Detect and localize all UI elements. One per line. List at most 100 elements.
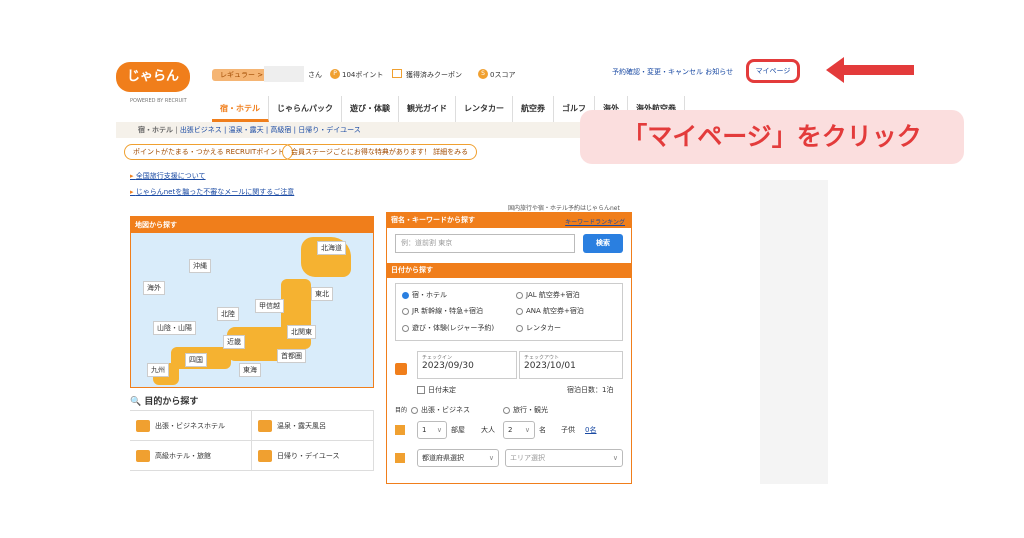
calendar-icon [395,363,407,375]
opt-jal[interactable]: JAL 航空券+宿泊 [516,290,580,300]
nav-guide[interactable]: 観光ガイド [399,96,456,122]
mypage-link[interactable]: マイページ [746,59,800,83]
luxury-icon [136,449,150,462]
radio-icon [503,406,510,414]
opt-hotel-label: 宿・ホテル [412,291,447,299]
opt-activity-label: 遊び・体験(レジャー予約) [412,324,495,332]
purpose-travel-radio[interactable]: 旅行・観光 [503,405,548,415]
jalan-logo[interactable]: じゃらん [116,62,190,92]
adults-label: 大人 [481,426,495,434]
purpose-business-radio[interactable]: 出張・ビジネス [411,405,470,415]
member-stage-banner[interactable]: 会員ステージごとにお得な特典があります！ 詳細をみる [282,144,478,160]
checkbox-icon [417,386,425,394]
search-panel: 宿名・キーワードから探す キーワードランキング 例：道前割 東京 検索 日付から… [386,212,632,484]
purpose-travel-label: 旅行・観光 [513,406,548,414]
checkin-label: チェックイン [422,355,453,361]
region-koshinetsu[interactable]: 甲信越 [255,299,284,313]
keyword-input[interactable]: 例：道前割 東京 [395,234,575,253]
purpose-business-label: 出張・ビジネスホテル [155,421,225,430]
checkout-label: チェックアウト [524,355,560,361]
prefecture-select[interactable]: 都道府県選択 [417,449,499,467]
briefcase-icon [136,419,150,432]
opt-jr-label: JR 新幹線・特急+宿泊 [412,307,484,315]
purpose-business[interactable]: 出張・ビジネスホテル [130,411,252,440]
member-rank-badge[interactable]: レギュラー > [212,69,272,81]
region-tokai[interactable]: 東海 [239,363,261,377]
opt-rentacar-label: レンタカー [526,324,561,332]
region-hokkaido[interactable]: 北海道 [317,241,346,255]
region-kinki[interactable]: 近畿 [223,335,245,349]
purpose-onsen-label: 温泉・露天風呂 [277,421,326,430]
purpose-label: 目的 [395,407,408,414]
region-shutoken[interactable]: 首都圏 [277,349,306,363]
radio-icon [411,406,418,414]
people-icon [395,425,405,435]
nights-count: 宿泊日数：1泊 [567,386,614,394]
region-sanin-sanyo[interactable]: 山陰・山陽 [153,321,196,335]
travel-type-options: 宿・ホテル JAL 航空券+宿泊 JR 新幹線・特急+宿泊 ANA 航空券+宿泊… [395,283,623,341]
region-kyushu[interactable]: 九州 [147,363,169,377]
radio-icon [402,324,409,332]
red-arrow-icon [826,57,914,83]
radio-icon [516,307,523,315]
side-background [760,180,828,484]
date-undecided-checkbox[interactable]: 日付未定 [417,385,456,395]
checkin-field[interactable]: チェックイン 2023/09/30 [417,351,517,379]
adults-select[interactable]: 2 [503,421,535,439]
adults-unit: 名 [539,426,546,434]
purpose-dayuse-label: 日帰り・デイユース [277,451,340,460]
children-label: 子供 [561,426,575,434]
opt-hotel[interactable]: 宿・ホテル [402,290,447,300]
region-shikoku[interactable]: 四国 [185,353,207,367]
checkout-field[interactable]: チェックアウト 2023/10/01 [519,351,623,379]
radio-icon [516,324,523,332]
map-header: 地図から探す [131,217,373,233]
purpose-biz-label: 出張・ビジネス [421,406,470,414]
checkout-value: 2023/10/01 [524,361,576,371]
date-header: 日付から探す [387,263,631,278]
nav-activity[interactable]: 遊び・体験 [342,96,399,122]
search-button[interactable]: 検索 [583,234,623,253]
points-link[interactable]: 104ポイント [342,70,383,80]
region-overseas[interactable]: 海外 [143,281,165,295]
region-tohoku[interactable]: 東北 [311,287,333,301]
site-tagline: 国内旅行や宿・ホテル予約はじゃらんnet [508,205,620,212]
notice-phishing[interactable]: じゃらんnetを騙った不審なメールに関するご注意 [130,187,295,197]
region-kitakanto[interactable]: 北関東 [287,325,316,339]
children-link[interactable]: 0名 [585,425,596,435]
nav-flight[interactable]: 航空券 [513,96,554,122]
opt-ana[interactable]: ANA 航空券+宿泊 [516,306,584,316]
opt-jr[interactable]: JR 新幹線・特急+宿泊 [402,306,483,316]
nav-rentacar[interactable]: レンタカー [456,96,513,122]
rooms-select[interactable]: 1 [417,421,447,439]
nav-hotel[interactable]: 宿・ホテル [212,96,269,122]
honorific: さん [308,71,322,79]
reservation-links[interactable]: 予約確認・変更・キャンセル お知らせ [612,67,733,77]
purpose-dayuse[interactable]: 日帰り・デイユース [252,441,374,470]
purpose-luxury-label: 高級ホテル・旅館 [155,451,211,460]
area-select[interactable]: エリア選択 [505,449,623,467]
purpose-header: 🔍 目的から探す [130,397,199,407]
score-link[interactable]: 0スコア [490,70,515,80]
opt-ana-label: ANA 航空券+宿泊 [526,307,584,315]
coupon-icon [392,69,402,78]
region-hokuriku[interactable]: 北陸 [217,307,239,321]
notice-travel-support[interactable]: 全国旅行支援について [130,171,206,181]
score-icon: S [478,69,488,79]
logo-subtitle: POWERED BY RECRUIT [130,98,187,104]
region-okinawa[interactable]: 沖縄 [189,259,211,273]
purpose-onsen[interactable]: 温泉・露天風呂 [252,411,374,440]
recruit-point-banner[interactable]: ポイントがたまる・つかえる RECRUITポイント [124,144,294,160]
onsen-icon [258,419,272,432]
keyword-ranking-link[interactable]: キーワードランキング [565,217,625,226]
radio-checked-icon [402,291,409,299]
opt-activity[interactable]: 遊び・体験(レジャー予約) [402,323,494,333]
purpose-luxury[interactable]: 高級ホテル・旅館 [130,441,252,470]
radio-icon [516,291,523,299]
opt-jal-label: JAL 航空券+宿泊 [526,291,580,299]
opt-rentacar[interactable]: レンタカー [516,323,561,333]
rooms-unit: 部屋 [451,426,465,434]
coupon-link[interactable]: 獲得済みクーポン [406,70,462,80]
subnav-links[interactable]: 出張ビジネス | 温泉・露天 | 高級宿 | 日帰り・デイユース [180,126,361,134]
nav-pack[interactable]: じゃらんパック [269,96,342,122]
